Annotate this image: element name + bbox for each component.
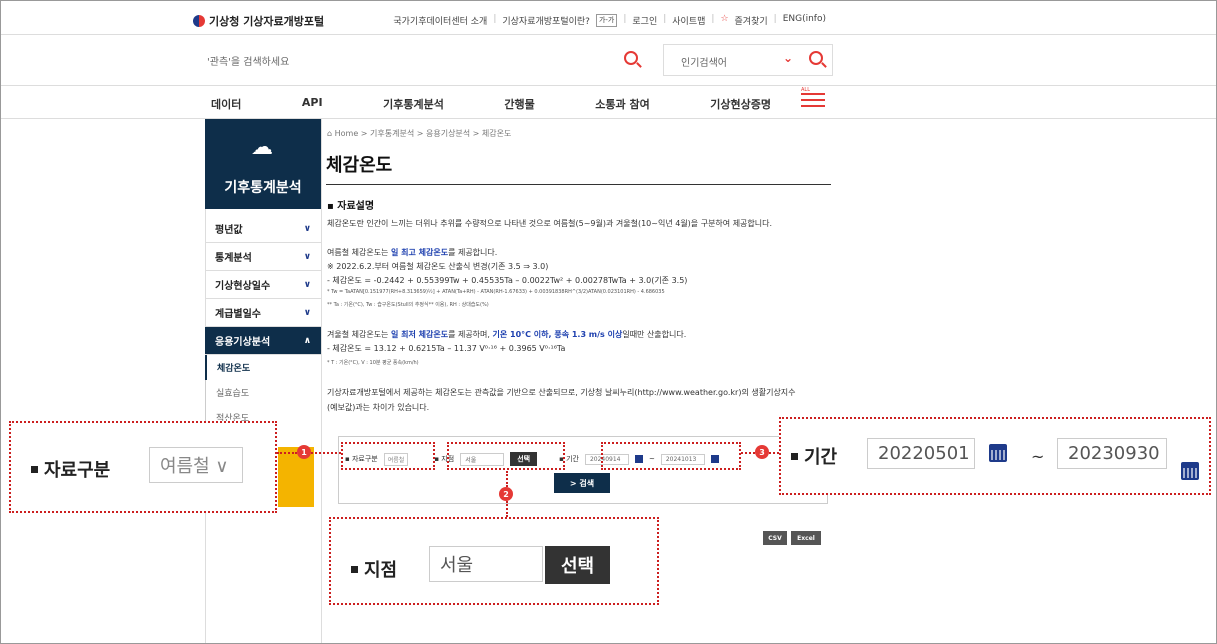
nav-community[interactable]: 소통과 참여	[595, 96, 649, 112]
link-favorites[interactable]: 즐겨찾기	[735, 14, 768, 27]
divider	[326, 184, 831, 185]
nav-climate-stats[interactable]: 기후통계분석	[383, 96, 444, 112]
nav-data[interactable]: 데이터	[211, 96, 241, 112]
sidebar-sub-effective-humidity[interactable]: 실효습도	[205, 380, 321, 405]
zoom-station-label: 지점	[351, 556, 397, 582]
intro-text: 체감온도란 인간이 느끼는 더위나 추위를 수량적으로 나타낸 것으로 여름철(…	[327, 219, 773, 228]
all-label: ALL	[801, 87, 810, 93]
chevron-down-icon: ∨	[303, 251, 311, 262]
excel-button[interactable]: Excel	[791, 531, 821, 545]
callout-badge-1: 1	[297, 445, 311, 459]
notice-line-2: (예보값)과는 차이가 있습니다.	[327, 403, 430, 412]
sidebar-item-stats[interactable]: 통계분석 ∨	[205, 243, 321, 271]
winter-formula: - 체감온도 = 13.12 + 0.6215Ta – 11.37 V⁰·¹⁶ …	[327, 344, 566, 353]
summer-legend: ** Ta : 기온(°C), Tw : 습구온도(Stull의 추정식** 이…	[327, 302, 489, 308]
kma-logo-icon	[193, 15, 205, 27]
zoom-period-start: 20220501	[867, 438, 975, 469]
main-nav: 데이터 API 기후통계분석 간행물 소통과 참여 기상현상증명	[211, 96, 771, 112]
site-logo[interactable]: 기상청 기상자료개방포털	[193, 13, 324, 29]
sidebar-item-label: 계급별일수	[215, 309, 261, 320]
zoom-period-end: 20230930	[1057, 438, 1167, 469]
nav-publications[interactable]: 간행물	[504, 96, 534, 112]
csv-button[interactable]: CSV	[763, 531, 787, 545]
chevron-down-icon[interactable]: ⌄	[783, 51, 793, 65]
connector-line	[311, 452, 341, 454]
sidebar-header: ☁ 기후통계분석	[205, 119, 321, 209]
summer-formula-detail: * Tw = TaATAN[0.151977(RH+8.313659)½] + …	[327, 289, 665, 295]
callout-badge-2: 2	[499, 487, 513, 501]
connector-line	[277, 452, 297, 454]
winter-legend: * T : 기온(°C), V : 10분 평균 풍속(km/h)	[327, 360, 419, 366]
search-icon[interactable]	[624, 51, 638, 65]
winter-desc: 겨울철 체감온도는 일 최저 체감온도를 제공하며, 기온 10°C 이하, 풍…	[327, 330, 687, 339]
calendar-icon	[1181, 462, 1199, 480]
screenshot-frame: 기상청 기상자료개방포털 국가기후데이터센터 소개 | 기상자료개방포털이란? 가…	[0, 0, 1217, 644]
weather-cloud-icon: ☁	[251, 135, 273, 160]
search-input[interactable]: '관측'을 검색하세요	[207, 53, 637, 68]
sidebar-item-label: 통계분석	[215, 253, 252, 264]
nav-weather-cert[interactable]: 기상현상증명	[710, 96, 771, 112]
zoom-period-tilde: ~	[1031, 447, 1045, 466]
summer-formula: - 체감온도 = -0.2442 + 0.55399Tw + 0.45535Ta…	[327, 276, 688, 285]
popular-search-label: 인기검색어	[681, 58, 727, 69]
sidebar-sub-apparent-temp[interactable]: 체감온도	[205, 355, 321, 380]
link-sitemap[interactable]: 사이트맵	[672, 14, 705, 27]
sidebar-item-normals[interactable]: 평년값 ∨	[205, 215, 321, 243]
connector-line	[506, 471, 508, 487]
connector-line	[769, 452, 779, 454]
breadcrumb: ⌂ Home > 기후통계분석 > 응용기상분석 > 체감온도	[327, 129, 512, 138]
highlight-category	[341, 442, 435, 470]
highlight-period	[601, 442, 741, 470]
zoom-period-label: 기간	[791, 443, 837, 469]
divider	[1, 118, 1216, 119]
top-utility-links: 국가기후데이터센터 소개 | 기상자료개방포털이란? 가-가 | 로그인 | 사이트맵…	[393, 14, 826, 27]
sidebar-item-label: 기상현상일수	[215, 281, 271, 292]
calendar-icon	[989, 444, 1007, 462]
logo-text: 기상청 기상자료개방포털	[209, 15, 325, 28]
nav-api[interactable]: API	[302, 96, 323, 112]
page-title: 체감온도	[326, 155, 393, 176]
chevron-down-icon: ∨	[303, 223, 311, 234]
notice-line-1: 기상자료개방포털에서 제공하는 체감온도는 관측값을 기반으로 산출되므로, 기…	[327, 388, 796, 397]
link-portal-intro[interactable]: 기상자료개방포털이란?	[502, 14, 590, 27]
highlight-station	[447, 442, 565, 470]
star-icon: ☆	[720, 14, 729, 24]
search-button[interactable]: > 검색	[554, 473, 610, 493]
popular-search-icon[interactable]	[809, 51, 823, 65]
sidebar-item-applied[interactable]: 응용기상분석 ∧	[205, 327, 321, 355]
link-login[interactable]: 로그인	[632, 14, 657, 27]
chevron-down-icon: ∨	[303, 307, 311, 318]
zoom-select-button: 선택	[545, 546, 611, 584]
chevron-up-icon: ∧	[303, 335, 311, 346]
connector-line	[741, 452, 755, 454]
all-menu-icon[interactable]: ALL	[801, 87, 825, 111]
divider	[1, 34, 1216, 35]
divider	[1, 85, 1216, 86]
divider	[321, 118, 322, 643]
chevron-down-icon: ∨	[303, 279, 311, 290]
link-english[interactable]: ENG(info)	[783, 14, 826, 27]
sidebar-item-label: 평년값	[215, 225, 243, 236]
callout-badge-3: 3	[755, 445, 769, 459]
summer-desc: 여름철 체감온도는 일 최고 체감온도를 제공합니다.	[327, 248, 498, 257]
sidebar-item-weather-days[interactable]: 기상현상일수 ∨	[205, 271, 321, 299]
link-center-intro[interactable]: 국가기후데이터센터 소개	[393, 14, 487, 27]
connector-line	[506, 501, 508, 517]
sidebar-title: 기후통계분석	[224, 180, 302, 196]
summer-note: ※ 2022.6.2.부터 여름철 체감온도 산출식 변경(기존 3.5 ⇒ 3…	[327, 262, 549, 271]
section-heading: ▪ 자료설명	[327, 201, 375, 212]
zoom-station-input: 서울	[429, 546, 543, 582]
font-size-toggle[interactable]: 가-가	[595, 14, 618, 27]
sidebar-item-label: 응용기상분석	[215, 337, 271, 348]
zoom-category-select: 여름철 ∨	[149, 447, 243, 483]
sidebar-item-class-days[interactable]: 계급별일수 ∨	[205, 299, 321, 327]
sidebar-menu: 평년값 ∨ 통계분석 ∨ 기상현상일수 ∨ 계급별일수 ∨ 응용기상분석 ∧ 체감온도 실…	[205, 215, 321, 430]
zoom-category-label: 자료구분	[31, 456, 110, 482]
